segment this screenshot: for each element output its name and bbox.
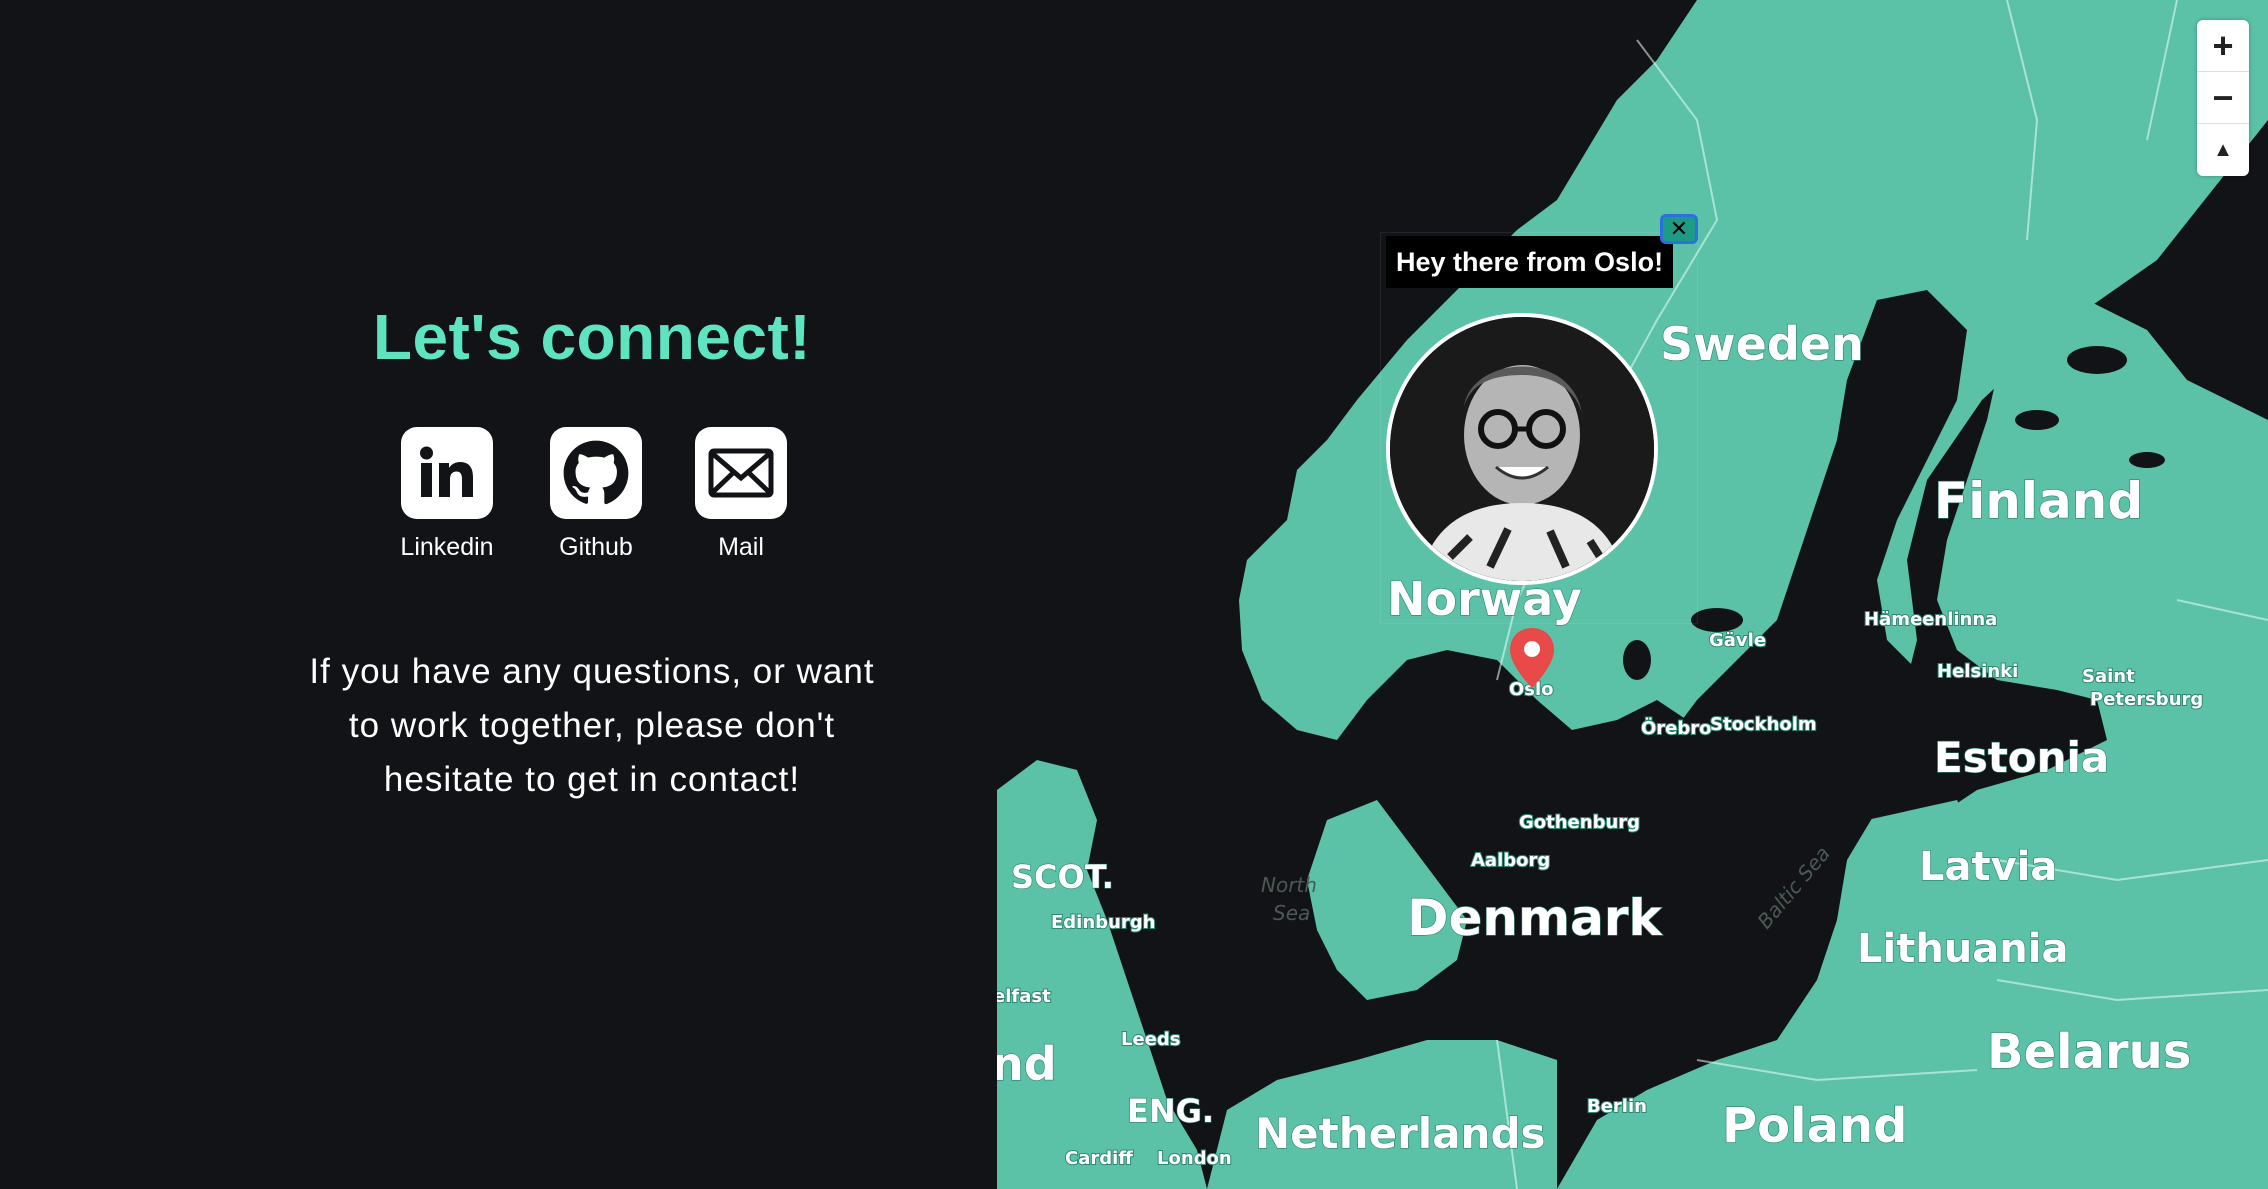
label-sweden: Sweden (1660, 317, 1864, 371)
compass-button[interactable]: ▲ (2197, 124, 2249, 176)
label-lithuania: Lithuania (1857, 926, 2068, 972)
map-canvas[interactable]: Sweden Finland Norway Estonia Latvia Lit… (997, 0, 2268, 1189)
label-estonia: Estonia (1934, 733, 2109, 782)
contact-message: If you have any questions, or want to wo… (260, 645, 924, 807)
label-belfast-partial: elfast (997, 986, 1051, 1007)
label-edinburgh: Edinburgh (1051, 912, 1155, 933)
label-stockholm: Stockholm (1710, 714, 1817, 735)
linkedin-tile[interactable] (401, 427, 493, 519)
basemap: Sweden Finland Norway Estonia Latvia Lit… (997, 0, 2268, 1189)
label-scotland: SCOT. (1011, 858, 1114, 896)
label-finland: Finland (1934, 472, 2143, 530)
avatar (1386, 313, 1658, 585)
label-ireland-partial: nd (997, 1037, 1057, 1091)
label-netherlands: Netherlands (1255, 1109, 1546, 1158)
label-denmark: Denmark (1407, 889, 1664, 947)
label-hameenlinna: Hämeenlinna (1864, 609, 1997, 630)
label-helsinki: Helsinki (1937, 661, 2018, 682)
popup-title: Hey there from Oslo! (1386, 236, 1674, 288)
github-tile[interactable] (550, 427, 642, 519)
github-icon (563, 440, 629, 505)
label-latvia: Latvia (1919, 844, 2057, 890)
label-orebro: Örebro (1641, 717, 1712, 739)
label-sea: Sea (1273, 901, 1310, 925)
label-berlin: Berlin (1587, 1096, 1647, 1117)
label-leeds: Leeds (1121, 1029, 1180, 1050)
zoom-in-button[interactable]: + (2197, 20, 2249, 72)
label-petersburg: Petersburg (2090, 689, 2203, 710)
linkedin-label: Linkedin (400, 533, 494, 561)
label-north: North (1261, 873, 1317, 897)
label-england: ENG. (1127, 1092, 1214, 1130)
mail-link[interactable]: Mail (681, 427, 801, 562)
label-cardiff: Cardiff (1065, 1148, 1133, 1169)
github-label: Github (559, 533, 633, 561)
label-gothenburg: Gothenburg (1519, 812, 1640, 833)
zoom-out-button[interactable]: − (2197, 72, 2249, 124)
contact-panel: Let's connect! Linkedin Github Mail If y… (0, 0, 997, 1189)
message-line: hesitate to get in contact! (383, 760, 801, 799)
label-saint: Saint (2082, 666, 2135, 687)
location-pin-icon[interactable] (1507, 626, 1557, 690)
person-portrait-icon (1390, 317, 1654, 581)
label-belarus: Belarus (1987, 1024, 2191, 1080)
label-poland: Poland (1722, 1098, 1908, 1154)
mail-label: Mail (718, 533, 764, 561)
mail-tile[interactable] (695, 427, 787, 519)
linkedin-icon (420, 446, 473, 497)
popup-close-button[interactable]: ✕ (1660, 214, 1698, 244)
linkedin-link[interactable]: Linkedin (387, 427, 507, 562)
label-london: London (1157, 1148, 1232, 1169)
message-line: If you have any questions, or want (309, 652, 875, 691)
message-line: to work together, please don't (348, 706, 836, 745)
map-zoom-controls: + − ▲ (2197, 20, 2249, 176)
label-aalborg: Aalborg (1471, 850, 1550, 871)
label-gavle: Gävle (1709, 630, 1766, 651)
mail-icon (708, 448, 774, 498)
github-link[interactable]: Github (536, 427, 656, 562)
